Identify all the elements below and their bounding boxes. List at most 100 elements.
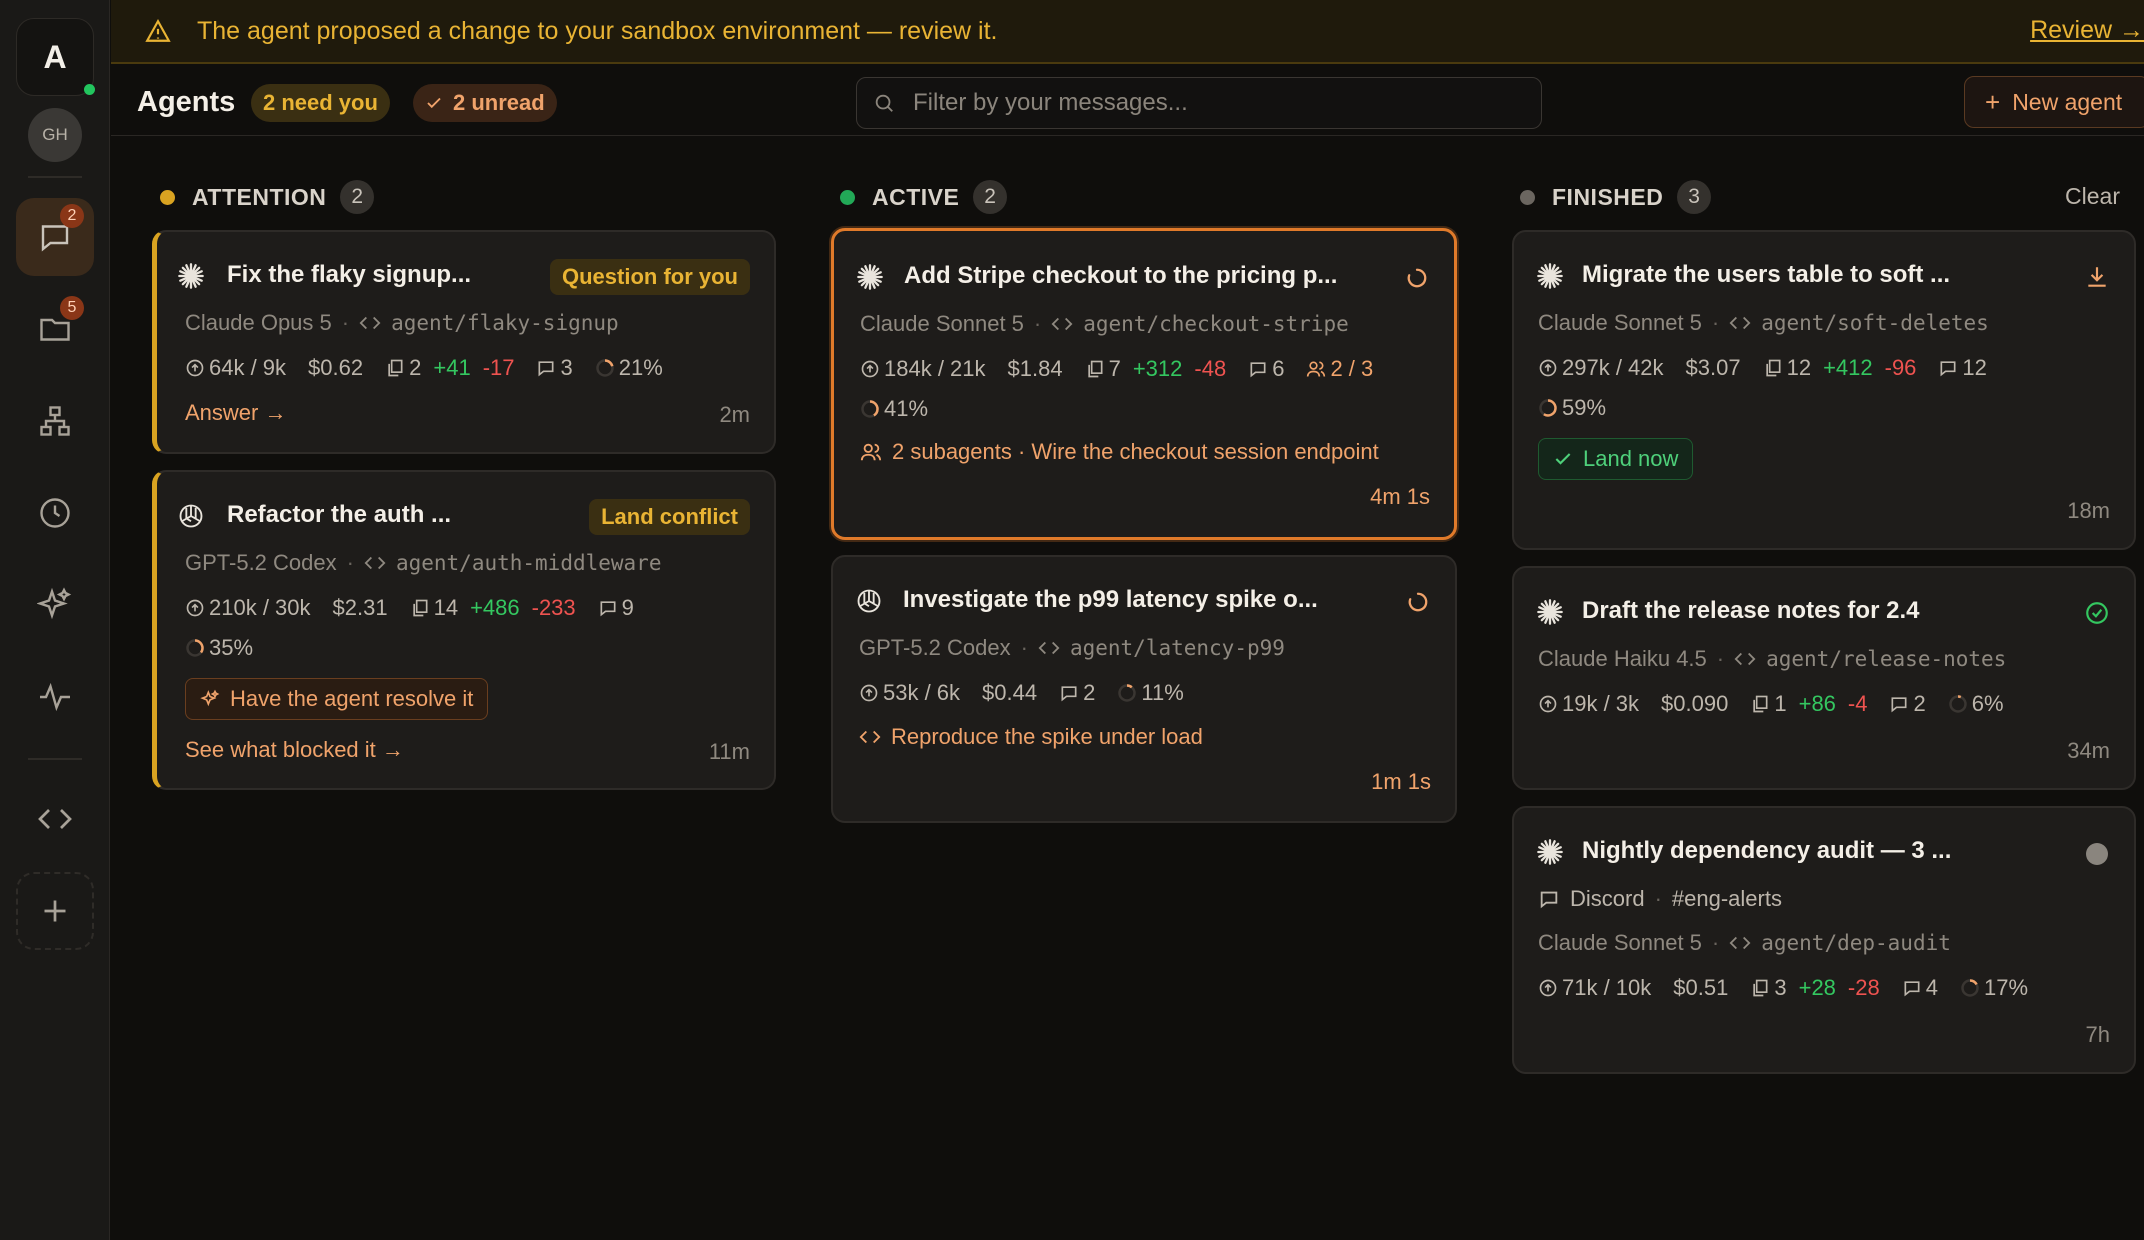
rail-agents-button[interactable]: 2 [16,198,94,276]
step-label: Reproduce the spike under load [891,724,1203,749]
column-label: ACTIVE [872,183,960,210]
unread-filter[interactable]: 2 unread [413,84,557,122]
agent-card-checkout-stripe[interactable]: Add Stripe checkout to the pricing p... … [831,228,1457,540]
hierarchy-icon [40,406,70,436]
new-agent-button[interactable]: + New agent [1964,76,2144,128]
workspace-logo[interactable]: A [16,18,94,96]
card-title: Add Stripe checkout to the pricing p... [904,262,1338,289]
card-stats: 19k / 3k $0.090 1 +86 -4 2 6% [1538,691,2026,717]
model-name: GPT-5.2 Codex [859,635,1011,660]
resolve-label: Have the agent resolve it [230,686,474,711]
agents-header: Agents 2 need you 2 unread + New agent [111,66,2144,136]
resolve-button[interactable]: Have the agent resolve it [185,678,489,720]
check-icon [427,97,441,109]
claude-star-icon [1536,838,1564,866]
blocked-link[interactable]: See what blocked it → [185,737,404,763]
agent-card-latency-p99[interactable]: Investigate the p99 latency spike o... G… [831,555,1457,823]
progress-label: 17% [1983,975,2029,1000]
search-input[interactable] [913,89,1513,117]
elapsed-time: 2m [719,402,750,427]
tokens-icon [185,598,205,618]
page-title: Agents [137,86,236,118]
rail-hierarchy-button[interactable] [16,382,94,460]
rail-history-button[interactable] [16,474,94,552]
card-meta: Claude Sonnet 5 · agent/checkout-stripe [860,311,1349,336]
agent-card-release-notes[interactable]: Draft the release notes for 2.4 Claude H… [1512,566,2136,790]
running-spinner-icon [1408,592,1428,612]
cost: $1.84 [1007,356,1063,381]
clear-finished-button[interactable]: Clear [2065,183,2120,210]
files-count: 1 [1774,691,1787,716]
plus-icon [44,900,66,922]
rail-files-button[interactable]: 5 [16,290,94,368]
download-icon[interactable] [2084,264,2110,290]
progress-ring [1961,979,1979,997]
comments-count: 2 [1913,691,1926,716]
tokens-icon [1538,358,1558,378]
land-now-button[interactable]: Land now [1538,438,1694,480]
comments-icon [1059,683,1079,703]
search-box[interactable] [856,77,1542,129]
card-stats: 71k / 10k $0.51 3 +28 -28 4 17% [1538,975,2050,1001]
agent-card-soft-deletes[interactable]: Migrate the users table to soft ... Clau… [1512,230,2136,550]
openai-icon [177,502,205,530]
progress-track [1948,695,1967,713]
model-name: Claude Sonnet 5 [1538,930,1702,955]
card-meta: GPT-5.2 Codex · agent/auth-middleware [185,550,662,575]
status-dot [1520,189,1535,205]
user-avatar[interactable]: GH [28,108,82,162]
files-count: 14 [433,595,459,620]
status-tag: Land conflict [589,499,750,535]
comments-count: 6 [1272,356,1285,381]
card-progress: 59% [1538,395,1606,421]
progress-ring [1539,399,1557,417]
model-name: Claude Sonnet 5 [1538,310,1702,335]
current-step[interactable]: Reproduce the spike under load [859,724,1203,750]
card-title: Refactor the auth ... [227,501,452,528]
subagents-count: 2 / 3 [1330,356,1374,381]
elapsed-time: 18m [2067,498,2110,523]
cost: $3.07 [1685,355,1741,380]
rail-add-button[interactable] [16,872,94,950]
rail-ai-button[interactable] [16,566,94,644]
card-meta: Claude Opus 5 · agent/flaky-signup [185,310,619,335]
card-title: Fix the flaky signup... [227,261,472,288]
elapsed-time: 7h [2085,1022,2110,1047]
card-title: Draft the release notes for 2.4 [1582,597,1920,624]
lines-added: +486 [470,595,520,620]
agent-card-auth-middleware[interactable]: Refactor the auth ... Land conflict GPT-… [152,470,776,790]
comments-icon [536,358,556,378]
comments-count: 12 [1962,355,1987,380]
rail-code-button[interactable] [16,780,94,858]
banner-text: The agent proposed a change to your sand… [197,16,998,45]
lines-added: +312 [1132,356,1183,381]
progress-ring [1948,695,1967,713]
agent-card-flaky-signup[interactable]: Fix the flaky signup... Question for you… [152,230,776,454]
review-link[interactable]: Review → [2030,16,2144,45]
status-tag: Question for you [550,259,750,295]
agent-card-dep-audit[interactable]: Nightly dependency audit — 3 ... Discord… [1512,806,2136,1074]
cost: $0.62 [308,355,364,380]
tokens-icon [860,359,880,379]
check-circle-icon [2086,602,2108,624]
rail-activity-button[interactable] [16,658,94,736]
subagents-status[interactable]: 2 subagents · Wire the checkout session … [860,439,1379,465]
model-name: Claude Sonnet 5 [860,311,1024,336]
search-icon [875,94,893,112]
files-icon [1750,978,1770,998]
need-you-filter[interactable]: 2 need you [251,84,390,122]
review-banner: The agent proposed a change to your sand… [111,0,2144,64]
running-spinner-icon [1407,268,1427,288]
column-count: 3 [1677,180,1712,214]
progress-label: 11% [1141,680,1184,705]
files-icon [1085,359,1105,379]
lines-removed: -96 [1884,355,1917,380]
card-source: Discord · #eng-alerts [1538,886,1782,912]
progress-label: 59% [1562,395,1607,420]
answer-link[interactable]: Answer → [185,400,286,426]
card-stats: 53k / 6k $0.44 2 11% [859,680,1206,706]
files-count: 2 [409,355,422,380]
lines-added: +412 [1823,355,1873,380]
code-icon [859,726,881,748]
branch-code-icon [364,552,386,574]
